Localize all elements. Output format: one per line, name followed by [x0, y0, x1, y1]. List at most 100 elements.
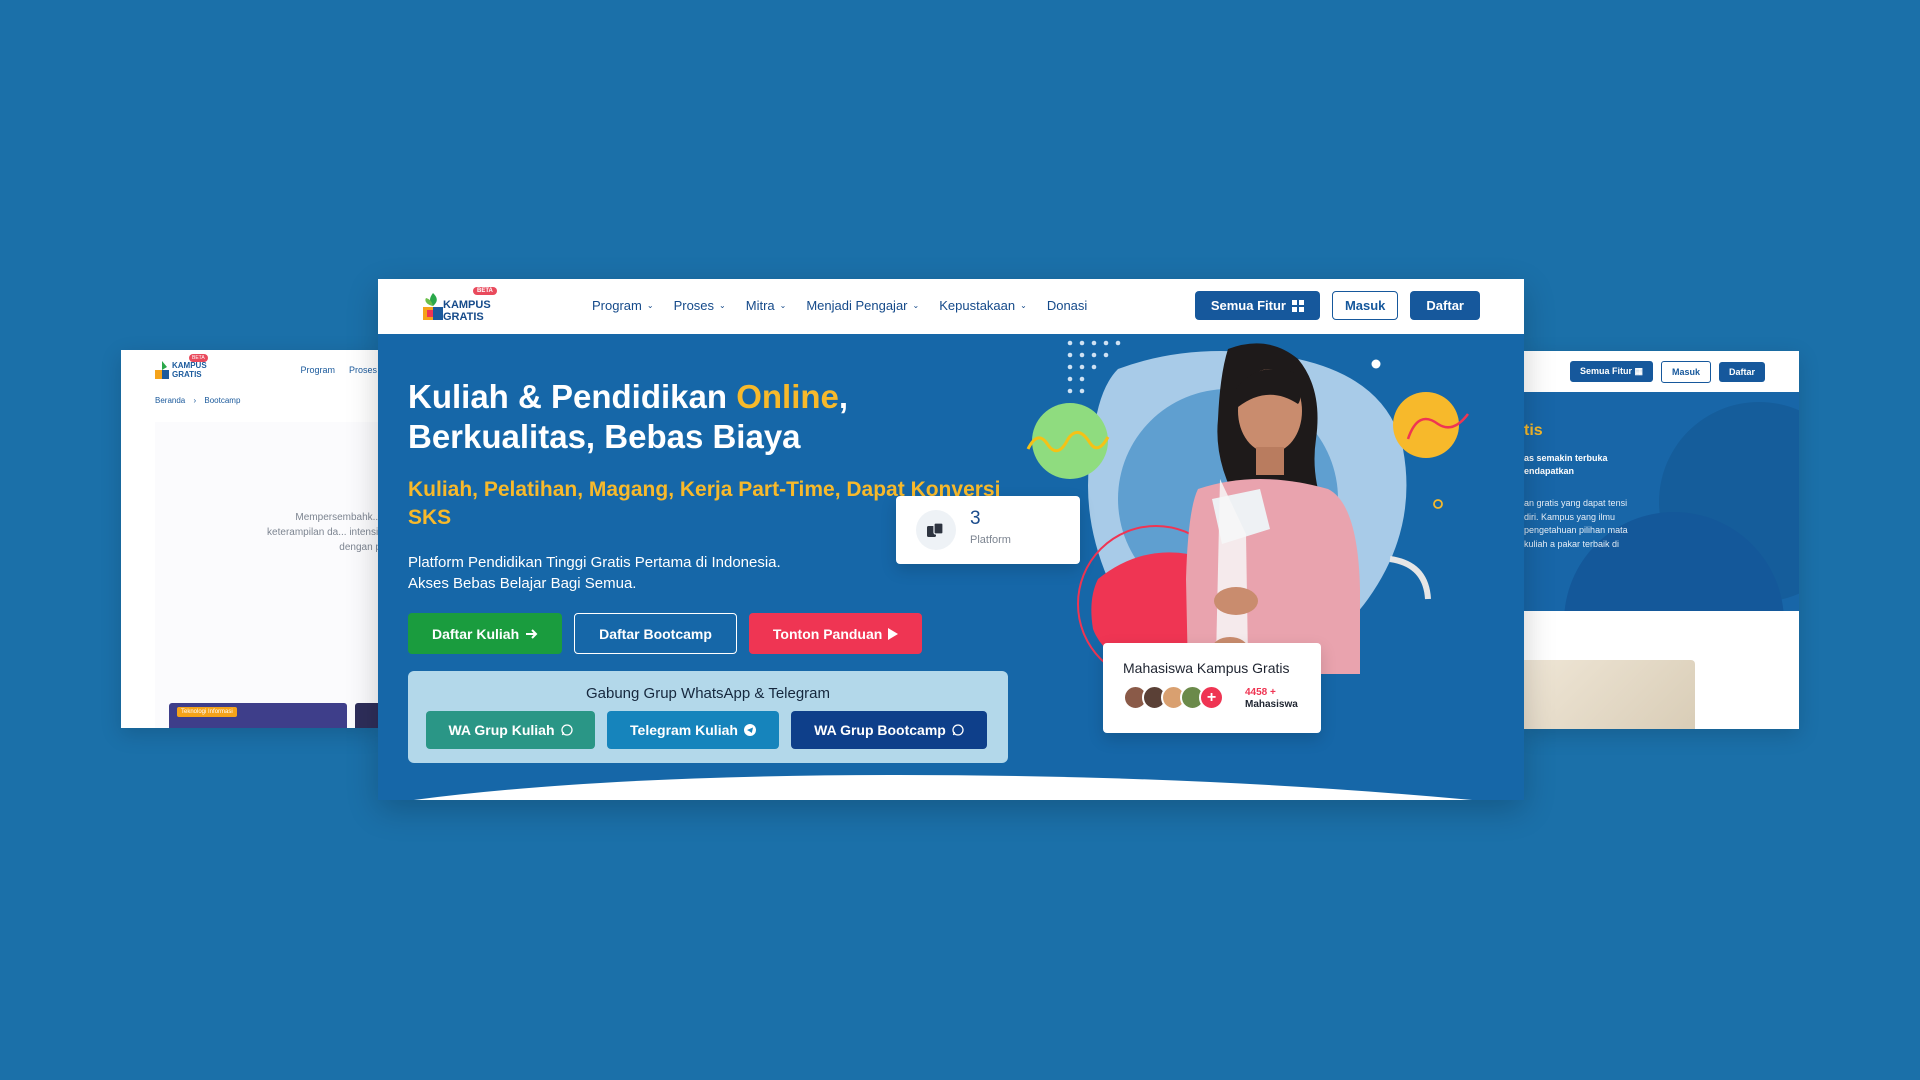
- crumb-home[interactable]: Beranda: [155, 396, 185, 405]
- semua-fitur-button[interactable]: Semua Fitur: [1194, 291, 1320, 320]
- logo-mark-icon: [423, 293, 443, 320]
- mini-navbar: KAMPUS GRATIS BETA Program Proses: [121, 350, 381, 390]
- beta-badge: BETA: [189, 354, 208, 362]
- arrow-right-icon: [526, 628, 538, 639]
- hero-para-1: Platform Pendidikan Tinggi Gratis Pertam…: [408, 554, 781, 571]
- chevron-down-icon: ⌄: [646, 301, 654, 310]
- beta-badge: BETA: [473, 287, 497, 295]
- tonton-panduan-label: Tonton Panduan: [772, 625, 883, 642]
- navbar: KAMPUS GRATIS BETA Program ⌄ Proses ⌄ Mitr…: [378, 279, 1524, 334]
- daftar-button[interactable]: Daftar: [1719, 361, 1766, 382]
- telegram-kuliah-label: Telegram Kuliah: [630, 722, 738, 738]
- hero-title-part: ,: [838, 378, 849, 415]
- masuk-button[interactable]: Masuk: [1331, 291, 1399, 320]
- menu-label: Program: [592, 298, 642, 313]
- daftar-kuliah-button[interactable]: Daftar Kuliah: [408, 613, 563, 654]
- platform-icon-wrap: [916, 510, 956, 550]
- small-dot: [1371, 359, 1381, 369]
- main-screenshot: KAMPUS GRATIS BETA Program ⌄ Proses ⌄ Mitr…: [378, 279, 1524, 800]
- wa-grup-kuliah-button[interactable]: WA Grup Kuliah: [426, 711, 595, 749]
- breadcrumb: Beranda › Bootcamp: [121, 390, 381, 411]
- description-text: Mempersembahk... keterampilan da... inte…: [267, 512, 381, 553]
- newspaper-image: [1524, 660, 1695, 729]
- gray-arc: [1389, 556, 1431, 600]
- mini-menu-program[interactable]: Program: [300, 365, 335, 375]
- daftar-button[interactable]: Daftar: [1410, 291, 1480, 320]
- course-tile[interactable]: Teknologi Informasi: [169, 703, 347, 728]
- students-card: Mahasiswa Kampus Gratis + 4458 + Mahasis…: [1103, 643, 1321, 733]
- whatsapp-icon: [560, 724, 573, 736]
- mini-hero: tis as semakin terbuka endapatkan an gra…: [1524, 392, 1799, 611]
- chevron-down-icon: ⌄: [719, 301, 726, 310]
- students-title: Mahasiswa Kampus Gratis: [1123, 660, 1290, 676]
- platform-stat-card: 3 Platform: [896, 496, 1080, 564]
- logo[interactable]: KAMPUS GRATIS BETA: [423, 287, 503, 325]
- masuk-button[interactable]: Masuk: [1661, 360, 1712, 383]
- background-screenshot-left: KAMPUS GRATIS BETA Program Proses Berand…: [121, 350, 381, 728]
- main-menu: Program ⌄ Proses ⌄ Mitra ⌄ Menjadi Pengajar…: [592, 298, 1087, 313]
- background-screenshot-right: Semua Fitur ▦ Masuk Daftar tis as semaki…: [1524, 351, 1799, 729]
- yellow-circle: [1393, 392, 1459, 458]
- chevron-down-icon: ⌄: [1020, 301, 1027, 310]
- play-icon: [888, 627, 899, 640]
- plus-icon: +: [1199, 685, 1224, 710]
- menu-proses[interactable]: Proses ⌄: [674, 298, 726, 313]
- telegram-kuliah-button[interactable]: Telegram Kuliah: [607, 711, 779, 749]
- students-count: 4458 + Mahasiswa: [1245, 687, 1298, 711]
- cta-group: Daftar Kuliah Daftar Bootcamp Tonton Pan…: [408, 613, 923, 654]
- hero-title: Kuliah & Pendidikan Online, Berkualitas,…: [408, 377, 888, 457]
- semua-fitur-label: Semua Fitur: [1210, 298, 1286, 313]
- chevron-down-icon: ⌄: [912, 301, 920, 310]
- tonton-panduan-button[interactable]: Tonton Panduan: [748, 613, 923, 654]
- menu-label: Kepustakaan: [939, 298, 1016, 313]
- bottom-wave: [413, 775, 1473, 800]
- hero-para-2: Akses Bebas Belajar Bagi Semua.: [408, 575, 637, 592]
- students-unit: Mahasiswa: [1245, 699, 1298, 710]
- hero-title-highlight: Online: [736, 378, 839, 415]
- hero-body: an gratis yang dapat tensi diri. Kampus …: [1524, 498, 1628, 549]
- menu-label: Menjadi Pengajar: [806, 298, 908, 313]
- crumb-current: Bootcamp: [204, 396, 241, 405]
- menu-kepustakaan[interactable]: Kepustakaan ⌄: [939, 298, 1027, 313]
- crumb-sep: ›: [193, 396, 197, 405]
- hero-title-part: Kuliah & Pendidikan: [408, 378, 737, 415]
- hero-subtitle: as semakin terbuka endapatkan: [1524, 453, 1608, 476]
- platform-label: Platform: [970, 534, 1011, 546]
- content-panel: [155, 422, 381, 728]
- nav-actions: Semua Fitur Masuk Daftar: [1194, 291, 1480, 320]
- semua-fitur-button[interactable]: Semua Fitur ▦: [1570, 361, 1654, 382]
- community-box: Gabung Grup WhatsApp & Telegram WA Grup …: [408, 671, 1008, 763]
- mini-menu-proses[interactable]: Proses: [349, 365, 377, 375]
- category-chip: Teknologi Informasi: [177, 707, 237, 717]
- menu-label: Donasi: [1046, 298, 1088, 313]
- platform-count: 3: [970, 508, 981, 529]
- wa-bootcamp-label: WA Grup Bootcamp: [814, 722, 946, 738]
- semua-fitur-label: Semua Fitur: [1580, 366, 1633, 376]
- menu-label: Mitra: [745, 298, 775, 313]
- community-title: Gabung Grup WhatsApp & Telegram: [585, 685, 831, 702]
- menu-program[interactable]: Program ⌄: [592, 298, 654, 313]
- hero-title: tis: [1524, 422, 1543, 439]
- hero-title-line2: Berkualitas, Bebas Biaya: [408, 418, 801, 455]
- logo-text: KAMPUS GRATIS: [443, 299, 491, 323]
- devices-icon: [927, 522, 944, 537]
- telegram-icon: [743, 724, 756, 736]
- small-ring: [1433, 499, 1443, 509]
- students-number: 4458 +: [1245, 687, 1276, 698]
- logo-mark-icon: [155, 361, 169, 379]
- wa-kuliah-label: WA Grup Kuliah: [448, 722, 555, 738]
- wa-grup-bootcamp-button[interactable]: WA Grup Bootcamp: [791, 711, 987, 749]
- hero-description: Platform Pendidikan Tinggi Gratis Pertam…: [408, 552, 781, 594]
- avatar-stack: +: [1123, 685, 1224, 710]
- whatsapp-icon: [952, 724, 964, 736]
- grid-icon: [1291, 299, 1304, 312]
- menu-menjadi-pengajar[interactable]: Menjadi Pengajar ⌄: [806, 298, 919, 313]
- chevron-down-icon: ⌄: [779, 301, 787, 310]
- mini-logo-text: KAMPUS GRATIS: [172, 361, 207, 379]
- menu-donasi[interactable]: Donasi: [1047, 298, 1087, 313]
- daftar-bootcamp-button[interactable]: Daftar Bootcamp: [574, 613, 737, 654]
- daftar-kuliah-label: Daftar Kuliah: [432, 625, 520, 642]
- menu-label: Proses: [673, 298, 715, 313]
- menu-mitra[interactable]: Mitra ⌄: [746, 298, 787, 313]
- mini-navbar: Semua Fitur ▦ Masuk Daftar: [1524, 351, 1799, 392]
